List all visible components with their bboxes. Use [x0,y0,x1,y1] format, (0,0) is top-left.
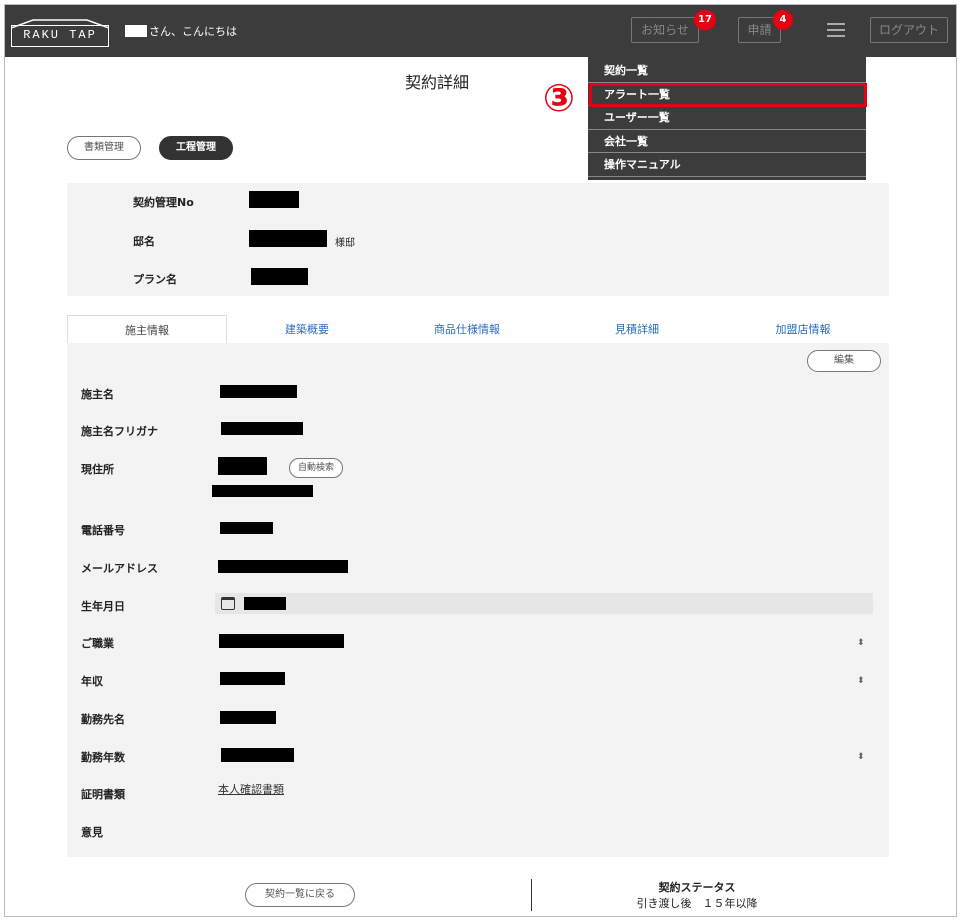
redacted-username [125,25,147,37]
redacted-years-employed [221,748,294,762]
redacted-residence-name [249,230,327,247]
field-label-income: 年収 [81,675,103,688]
redacted-postcode [218,457,267,475]
redacted-owner-name [220,385,297,398]
redacted-employer [220,711,276,724]
calendar-icon[interactable] [221,597,235,610]
field-label-owner-name: 施主名 [81,388,114,401]
proof-document-link[interactable]: 本人確認書類 [218,781,284,797]
residence-suffix: 様邸 [335,238,355,249]
field-label-opinion: 意見 [81,826,103,839]
residence-label: 邸名 [133,235,155,248]
notice-button[interactable]: お知らせ 17 [631,10,716,43]
raku-tap-logo[interactable]: RAKU TAP [11,19,109,47]
back-to-contracts-button[interactable]: 契約一覧に戻る [245,883,355,907]
field-label-occupation: ご職業 [81,637,114,650]
tab-franchise-info[interactable]: 加盟店情報 [733,315,873,344]
process-management-button[interactable]: 工程管理 [159,136,233,160]
logout-button[interactable]: ログアウト [870,17,948,43]
tab-product-spec[interactable]: 商品仕様情報 [397,315,537,344]
notice-label: お知らせ [641,23,689,37]
hamburger-menu-icon[interactable] [827,23,845,37]
edit-button[interactable]: 編集 [807,350,881,372]
birthdate-input[interactable] [215,593,873,614]
redacted-contract-no [249,191,299,208]
menu-item-user-list[interactable]: ユーザー一覧 [588,106,866,130]
redacted-phone [220,522,273,534]
field-label-proof-docs: 証明書類 [81,788,125,801]
plan-label: プラン名 [133,273,177,286]
redacted-email [218,560,348,573]
top-header: RAKU TAP さん、こんにちは お知らせ 17 申請 4 ログアウト [5,5,956,57]
tab-building-overview[interactable]: 建築概要 [237,315,377,344]
request-label: 申請 [747,23,772,37]
redacted-birthdate [244,597,286,610]
step-marker: ③ [542,76,576,120]
contract-no-label: 契約管理No [133,196,194,209]
redacted-occupation [219,634,344,648]
alert-list-highlight [589,83,867,107]
app-frame: RAKU TAP さん、こんにちは お知らせ 17 申請 4 ログアウト 契約詳… [4,4,957,917]
tab-owner-info[interactable]: 施主情報 [67,315,227,344]
request-count-badge: 4 [773,10,793,30]
income-select-arrow-icon[interactable]: ⬍ [857,676,865,686]
field-label-email: メールアドレス [81,562,158,575]
request-button[interactable]: 申請 4 [738,10,793,43]
menu-item-contract-list[interactable]: 契約一覧 [588,59,866,83]
detail-tabs: 施主情報 建築概要 商品仕様情報 見積詳細 加盟店情報 [67,315,889,344]
redacted-owner-kana [221,422,303,435]
redacted-plan-name [251,268,308,285]
greeting-text: さん、こんにちは [149,25,237,38]
occupation-select-arrow-icon[interactable]: ⬍ [857,638,865,648]
contract-status-value: 引き渡し後 １５年以降 [636,897,758,910]
redacted-income [220,672,285,685]
auto-search-button[interactable]: 自動検索 [289,458,343,478]
contract-status-label: 契約ステータス [658,881,736,894]
page-title: 契約詳細 [405,73,470,92]
footer-divider [531,879,532,911]
field-label-birthdate: 生年月日 [81,600,125,613]
field-label-address: 現住所 [81,463,114,476]
greeting: さん、こんにちは [125,23,237,39]
doc-management-button[interactable]: 書類管理 [67,136,141,160]
field-label-employer: 勤務先名 [81,713,125,726]
field-label-owner-kana: 施主名フリガナ [81,425,158,438]
logo-text: RAKU TAP [11,25,109,47]
nav-dropdown-menu: 契約一覧 アラート一覧 ユーザー一覧 会社一覧 操作マニュアル [588,53,866,180]
tab-estimate-detail[interactable]: 見積詳細 [567,315,707,344]
redacted-address [212,485,313,497]
notice-count-badge: 17 [694,10,716,30]
years-select-arrow-icon[interactable]: ⬍ [857,752,865,762]
field-label-years-employed: 勤務年数 [81,751,125,764]
menu-item-manual[interactable]: 操作マニュアル [588,153,866,177]
menu-item-company-list[interactable]: 会社一覧 [588,130,866,153]
field-label-phone: 電話番号 [81,524,125,537]
